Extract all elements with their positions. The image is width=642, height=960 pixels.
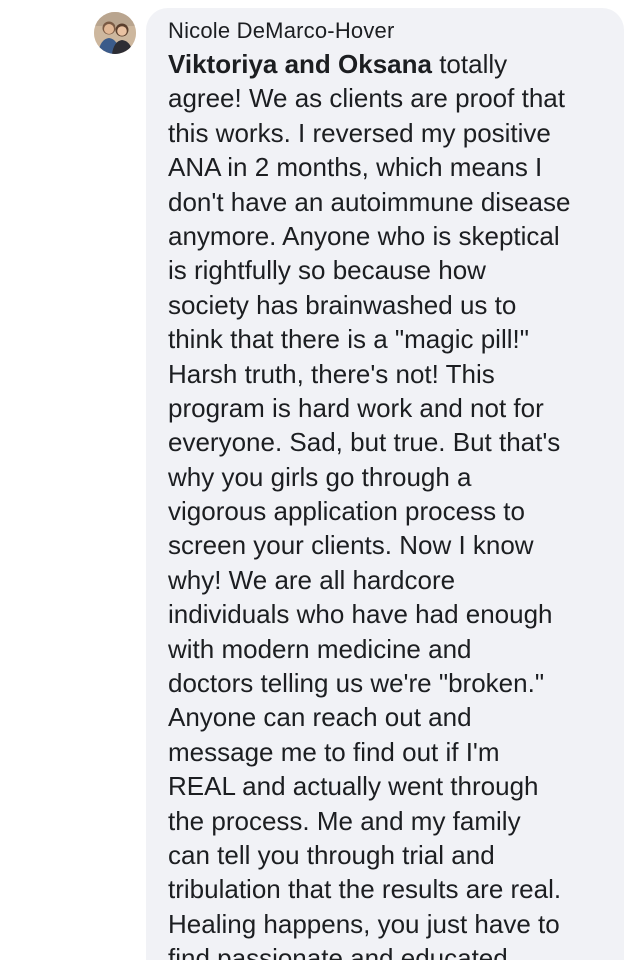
comment-line: totally [431, 49, 508, 79]
comment-line: Harsh truth, there's not! This [168, 358, 495, 389]
comment-line: tribulation that the results are real. [168, 874, 562, 905]
comment-line: why you girls go through a [168, 461, 472, 492]
comment-line: is rightfully so because how [168, 255, 486, 286]
comment-line: Healing happens, you just have to [168, 908, 560, 939]
comment-line: don't have an autoimmune disease [168, 186, 571, 217]
comment-line: the process. Me and my family [168, 805, 521, 836]
comment-bubble: Nicole DeMarco-Hover Viktoriya and Oksan… [146, 8, 624, 960]
comment-line: society has brainwashed us to [168, 289, 517, 320]
comment-line: think that there is a "magic pill!" [168, 324, 529, 355]
comment-line: can tell you through trial and [168, 839, 495, 870]
comment-line: agree! We as clients are proof that [168, 83, 565, 114]
comment-line: screen your clients. Now I know [168, 530, 534, 561]
comment-line: why! We are all hardcore [168, 564, 456, 595]
comment-line: individuals who have had enough [168, 599, 553, 630]
comment-line: message me to find out if I'm [168, 736, 500, 767]
mention-link[interactable]: Viktoriya and Oksana [168, 49, 432, 79]
comment-line: everyone. Sad, but true. But that's [168, 427, 561, 458]
comment-line: Anyone can reach out and [168, 702, 472, 733]
comment-line: find passionate and educated [168, 943, 508, 960]
comment-screenshot: Nicole DeMarco-Hover Viktoriya and Oksan… [0, 0, 642, 960]
comment-line: program is hard work and not for [168, 392, 544, 423]
comment-body: Viktoriya and Oksana totally agree! We a… [168, 47, 618, 960]
comment-line: REAL and actually went through [168, 771, 539, 802]
comment-line: anymore. Anyone who is skeptical [168, 220, 560, 251]
comment-line: doctors telling us we're "broken." [168, 668, 545, 699]
comment-author-name[interactable]: Nicole DeMarco-Hover [168, 17, 395, 45]
comment-line: with modern medicine and [168, 633, 472, 664]
comment-first-line: Viktoriya and Oksana totally [168, 47, 618, 81]
comment-line: ANA in 2 months, which means I [168, 152, 543, 183]
comment-line: this works. I reversed my positive [168, 117, 551, 148]
profile-photo-icon [94, 12, 136, 54]
comment-line: vigorous application process to [168, 496, 525, 527]
avatar[interactable] [94, 12, 136, 54]
